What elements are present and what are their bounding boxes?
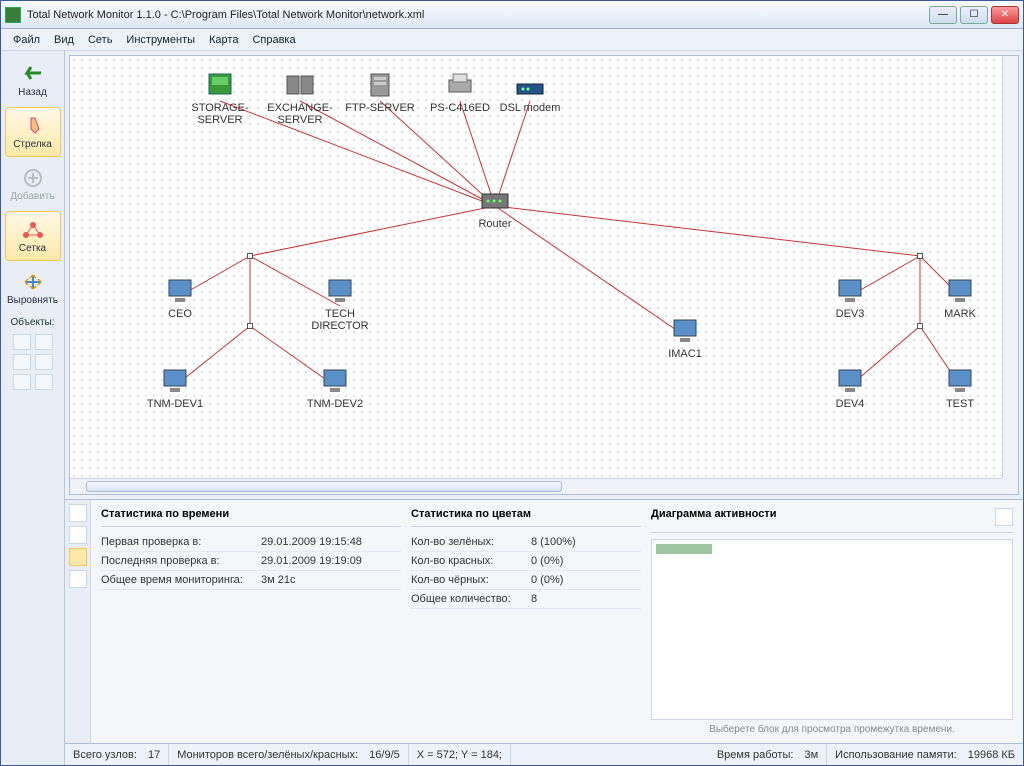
- obj-pc-icon[interactable]: [35, 354, 53, 370]
- activity-hint: Выберете блок для просмотра промежутка в…: [651, 720, 1013, 735]
- node-exchange[interactable]: EXCHANGE-SERVER: [260, 70, 340, 126]
- tab-list-icon[interactable]: [69, 526, 87, 544]
- object-palette: [3, 330, 62, 394]
- grid-button[interactable]: Сетка: [5, 211, 61, 261]
- pc-icon: [318, 366, 352, 396]
- mesh-icon: [21, 219, 45, 241]
- node-tnm2[interactable]: TNM-DEV2: [295, 366, 375, 410]
- server-icon: [283, 70, 317, 100]
- pc-icon: [163, 276, 197, 306]
- node-router[interactable]: Router: [455, 186, 535, 230]
- node-dsl[interactable]: DSL modem: [490, 70, 570, 114]
- align-button[interactable]: Выровнять: [5, 263, 61, 313]
- activity-chart[interactable]: [651, 539, 1013, 720]
- node-tnm1[interactable]: TNM-DEV1: [135, 366, 215, 410]
- activity-title: Диаграмма активности: [651, 508, 1013, 533]
- modem-icon: [513, 70, 547, 100]
- objects-label: Объекты:: [10, 315, 54, 328]
- time-stats-panel: Статистика по времени Первая проверка в:…: [101, 508, 401, 735]
- obj-folder-icon[interactable]: [13, 334, 31, 350]
- menu-map[interactable]: Карта: [203, 32, 244, 48]
- node-test[interactable]: TEST: [920, 366, 1000, 410]
- handle[interactable]: [247, 323, 253, 329]
- back-arrow-icon: [21, 63, 45, 85]
- app-window: Total Network Monitor 1.1.0 - C:\Program…: [0, 0, 1024, 766]
- align-icon: [21, 271, 45, 293]
- cursor-hand-icon: [21, 115, 45, 137]
- statusbar: Всего узлов: 17 Мониторов всего/зелёных/…: [65, 743, 1023, 765]
- app-icon: [5, 7, 21, 23]
- arrow-tool-button[interactable]: Стрелка: [5, 107, 61, 157]
- status-coords: X = 572; Y = 184;: [417, 749, 502, 761]
- obj-server-icon[interactable]: [13, 354, 31, 370]
- handle[interactable]: [247, 253, 253, 259]
- titlebar[interactable]: Total Network Monitor 1.1.0 - C:\Program…: [1, 1, 1023, 29]
- map-canvas[interactable]: STORAGE-SERVER EXCHANGE-SERVER FTP-SERVE…: [69, 55, 1019, 495]
- node-dev3[interactable]: DEV3: [810, 276, 890, 320]
- info-tabs: [65, 500, 91, 743]
- node-dev4[interactable]: DEV4: [810, 366, 890, 410]
- server-icon: [363, 70, 397, 100]
- tab-eye-icon[interactable]: [69, 504, 87, 522]
- scroll-corner: [1002, 478, 1018, 494]
- window-title: Total Network Monitor 1.1.0 - C:\Program…: [27, 9, 929, 21]
- menu-view[interactable]: Вид: [48, 32, 80, 48]
- add-button[interactable]: Добавить: [5, 159, 61, 209]
- printer-icon: [443, 70, 477, 100]
- add-icon: [21, 167, 45, 189]
- obj-monitor-icon[interactable]: [35, 334, 53, 350]
- info-panel: Статистика по времени Первая проверка в:…: [65, 499, 1023, 743]
- node-printer[interactable]: PS-C416ED: [420, 70, 500, 114]
- node-storage[interactable]: STORAGE-SERVER: [180, 70, 260, 126]
- pc-icon: [668, 316, 702, 346]
- obj-device-icon[interactable]: [35, 374, 53, 390]
- menu-help[interactable]: Справка: [246, 32, 301, 48]
- menu-tools[interactable]: Инструменты: [120, 32, 201, 48]
- menu-file[interactable]: Файл: [7, 32, 46, 48]
- minimize-button[interactable]: —: [929, 6, 957, 24]
- scrollbar-thumb[interactable]: [86, 481, 562, 492]
- obj-laptop-icon[interactable]: [13, 374, 31, 390]
- scrollbar-vertical[interactable]: [1002, 56, 1018, 478]
- node-imac[interactable]: IMAC1: [645, 316, 725, 360]
- time-stats-title: Статистика по времени: [101, 508, 401, 527]
- maximize-button[interactable]: ☐: [960, 6, 988, 24]
- menubar: Файл Вид Сеть Инструменты Карта Справка: [1, 29, 1023, 51]
- router-icon: [478, 186, 512, 216]
- handle[interactable]: [917, 253, 923, 259]
- server-icon: [203, 70, 237, 100]
- toolbar: Назад Стрелка Добавить Сетка Выровнять О…: [1, 51, 65, 765]
- pc-icon: [943, 366, 977, 396]
- activity-panel: Диаграмма активности Выберете блок для п…: [651, 508, 1013, 735]
- node-ftp[interactable]: FTP-SERVER: [340, 70, 420, 114]
- activity-bar: [656, 544, 712, 554]
- node-mark[interactable]: MARK: [920, 276, 1000, 320]
- menu-network[interactable]: Сеть: [82, 32, 118, 48]
- pc-icon: [833, 276, 867, 306]
- color-stats-panel: Статистика по цветам Кол-во зелёных:8 (1…: [411, 508, 641, 735]
- tab-stats-icon[interactable]: [69, 548, 87, 566]
- pc-icon: [158, 366, 192, 396]
- pc-icon: [943, 276, 977, 306]
- pc-icon: [833, 366, 867, 396]
- handle[interactable]: [917, 323, 923, 329]
- node-ceo[interactable]: CEO: [140, 276, 220, 320]
- color-stats-title: Статистика по цветам: [411, 508, 641, 527]
- pc-icon: [323, 276, 357, 306]
- scrollbar-horizontal[interactable]: [70, 478, 1002, 494]
- back-button[interactable]: Назад: [5, 55, 61, 105]
- close-button[interactable]: ✕: [991, 6, 1019, 24]
- tab-settings-icon[interactable]: [69, 570, 87, 588]
- pin-icon[interactable]: [995, 508, 1013, 526]
- node-tech[interactable]: TECH DIRECTOR: [300, 276, 380, 332]
